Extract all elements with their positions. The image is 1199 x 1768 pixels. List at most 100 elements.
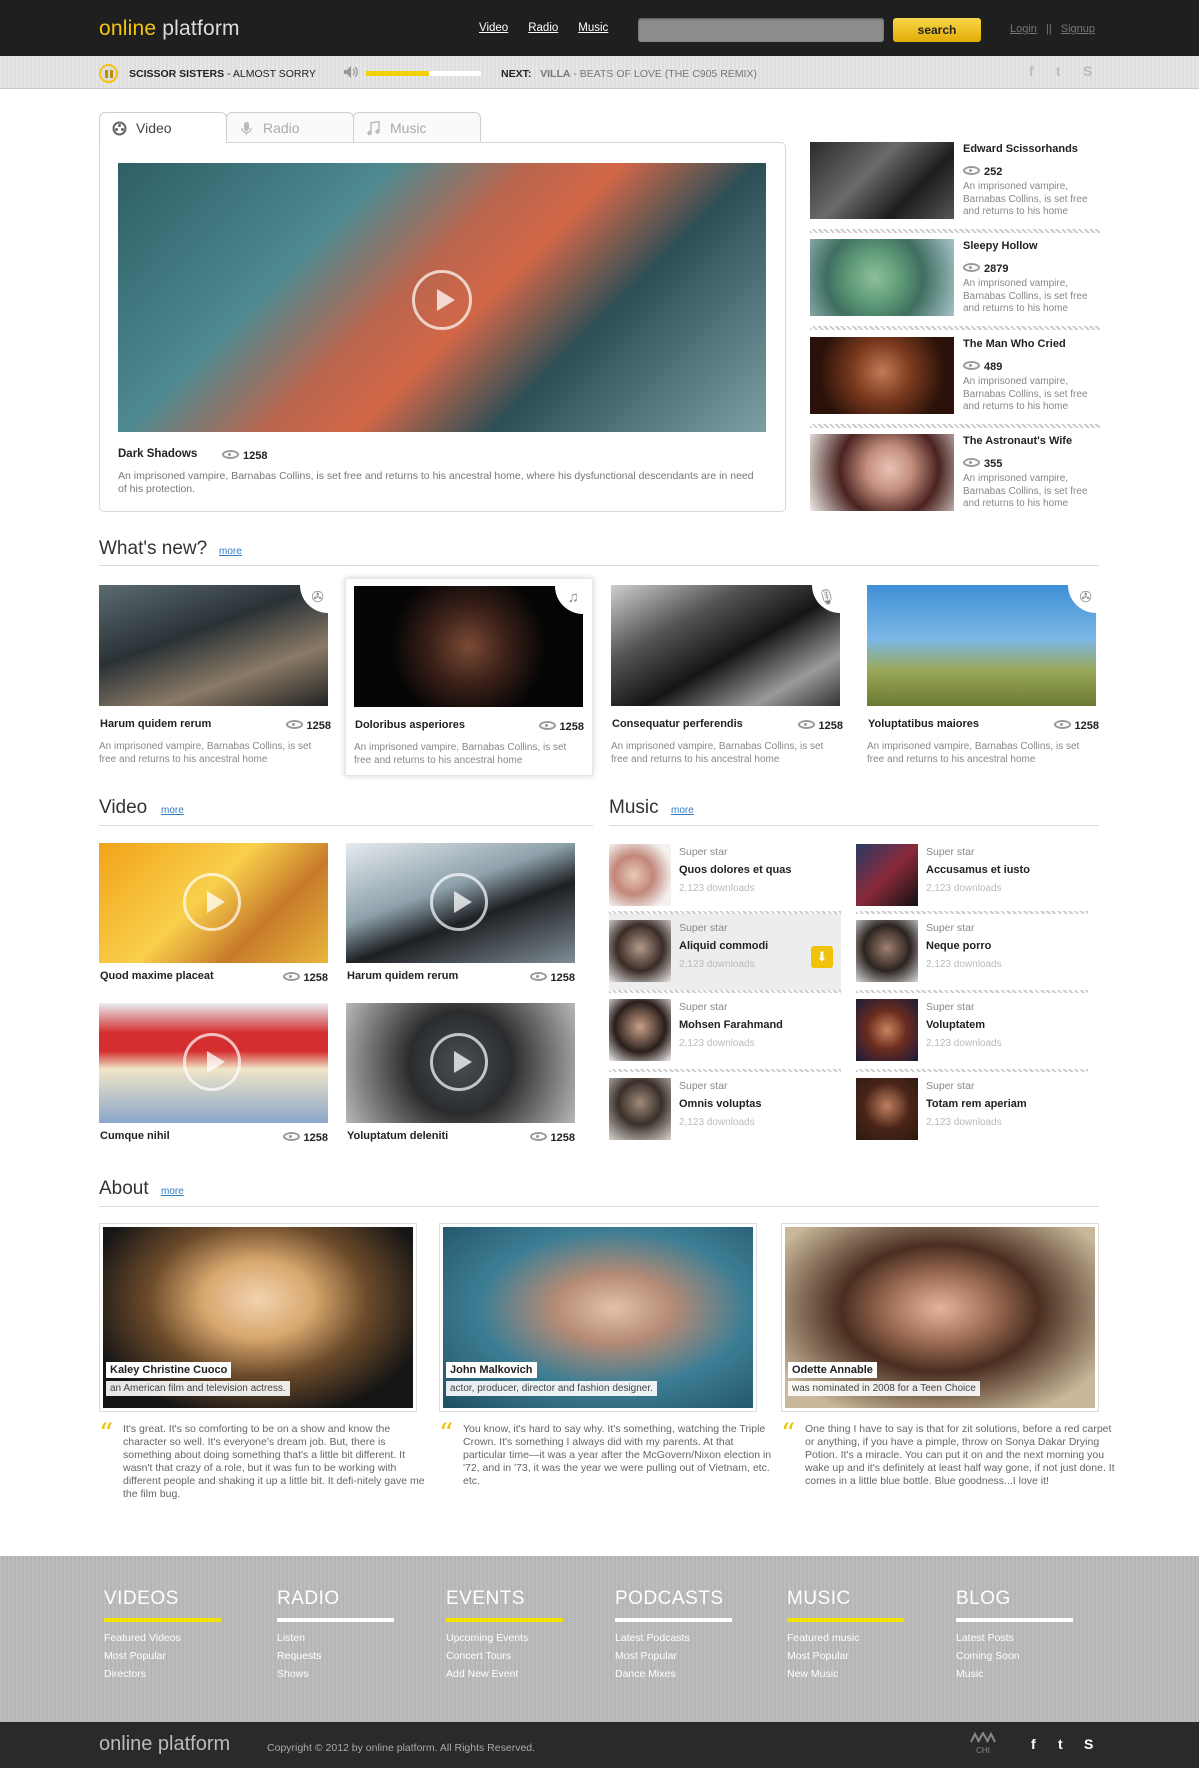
video-title[interactable]: Cumque nihil	[100, 1130, 170, 1142]
music-title[interactable]: Totam rem aperiam	[926, 1098, 1027, 1110]
music-title[interactable]: Aliquid commodi	[679, 940, 768, 952]
footer-link[interactable]: Featured Videos	[104, 1631, 224, 1646]
footer-link[interactable]: Music	[956, 1667, 1076, 1682]
video-title[interactable]: Yoluptatum deleniti	[347, 1130, 448, 1142]
music-item[interactable]: Super star Voluptatem 2,123 downloads	[856, 993, 1088, 1069]
whats-new-card[interactable]: ✇ Yoluptatibus maiores 1258 An imprisone…	[867, 585, 1099, 775]
footer-heading[interactable]: BLOG	[956, 1588, 1076, 1610]
footer-heading[interactable]: VIDEOS	[104, 1588, 224, 1610]
card-thumbnail[interactable]: 🎙	[611, 585, 840, 706]
footer-heading[interactable]: MUSIC	[787, 1588, 907, 1610]
card-title[interactable]: Harum quidem rerum	[100, 718, 211, 730]
side-thumbnail[interactable]	[810, 142, 954, 219]
nav-radio[interactable]: Radio	[528, 22, 558, 34]
person-photo[interactable]: John Malkovich actor, producer, director…	[443, 1227, 753, 1408]
artist-thumbnail[interactable]	[856, 999, 918, 1061]
side-thumbnail[interactable]	[810, 337, 954, 414]
side-list-item[interactable]: The Astronaut's Wife 355 An imprisoned v…	[810, 434, 1100, 514]
artist-thumbnail[interactable]	[609, 844, 671, 906]
volume-icon[interactable]	[343, 65, 359, 79]
footer-link[interactable]: Requests	[277, 1649, 397, 1664]
footer-link[interactable]: Concert Tours	[446, 1649, 566, 1664]
nav-music[interactable]: Music	[578, 22, 608, 34]
search-input[interactable]	[638, 18, 884, 42]
video-title[interactable]: Quod maxime placeat	[100, 970, 214, 982]
footer-heading[interactable]: PODCASTS	[615, 1588, 735, 1610]
whats-new-card[interactable]: ✇ Harum quidem rerum 1258 An imprisoned …	[99, 585, 331, 775]
music-item[interactable]: Super star Omnis voluptas 2,123 download…	[609, 1072, 841, 1148]
footer-link[interactable]: Listen	[277, 1631, 397, 1646]
signup-link[interactable]: Signup	[1061, 23, 1095, 35]
about-card[interactable]: Kaley Christine Cuoco an American film a…	[99, 1223, 417, 1412]
card-thumbnail[interactable]: ✇	[99, 585, 328, 706]
footer-link[interactable]: Dance Mixes	[615, 1667, 735, 1682]
footer-link[interactable]: Most Popular	[104, 1649, 224, 1664]
side-list-item[interactable]: Edward Scissorhands 252 An imprisoned va…	[810, 142, 1100, 222]
card-thumbnail[interactable]: ✇	[867, 585, 1096, 706]
side-title[interactable]: The Man Who Cried	[963, 338, 1066, 350]
video-more-link[interactable]: more	[161, 805, 184, 816]
tab-music[interactable]: Music	[353, 112, 481, 142]
music-title[interactable]: Mohsen Farahmand	[679, 1019, 783, 1031]
skype-icon[interactable]: S	[1084, 1736, 1093, 1752]
side-title[interactable]: Sleepy Hollow	[963, 240, 1038, 252]
card-title[interactable]: Consequatur perferendis	[612, 718, 743, 730]
whats-new-more-link[interactable]: more	[219, 546, 242, 557]
footer-link[interactable]: Latest Podcasts	[615, 1631, 735, 1646]
person-photo[interactable]: Odette Annable was nominated in 2008 for…	[785, 1227, 1095, 1408]
play-icon[interactable]	[183, 873, 241, 931]
download-icon[interactable]: ⬇	[811, 946, 833, 968]
tab-radio[interactable]: Radio	[226, 112, 354, 142]
music-item[interactable]: Super star Mohsen Farahmand 2,123 downlo…	[609, 993, 841, 1069]
side-thumbnail[interactable]	[810, 434, 954, 511]
featured-title[interactable]: Dark Shadows	[118, 448, 197, 460]
music-item[interactable]: Super star Aliquid commodi 2,123 downloa…	[609, 914, 841, 990]
side-thumbnail[interactable]	[810, 239, 954, 316]
footer-link[interactable]: Most Popular	[787, 1649, 907, 1664]
footer-link[interactable]: New Music	[787, 1667, 907, 1682]
footer-link[interactable]: Directors	[104, 1667, 224, 1682]
volume-slider[interactable]	[366, 71, 481, 76]
pause-button[interactable]	[99, 64, 118, 83]
music-item[interactable]: Super star Totam rem aperiam 2,123 downl…	[856, 1072, 1088, 1148]
play-icon[interactable]	[430, 1033, 488, 1091]
video-item[interactable]: Yoluptatum deleniti 1258	[346, 1003, 575, 1148]
music-title[interactable]: Quos dolores et quas	[679, 864, 791, 876]
search-button[interactable]: search	[893, 18, 981, 42]
side-title[interactable]: Edward Scissorhands	[963, 143, 1078, 155]
music-item[interactable]: Super star Neque porro 2,123 downloads	[856, 914, 1088, 990]
footer-heading[interactable]: EVENTS	[446, 1588, 566, 1610]
video-thumbnail[interactable]	[346, 1003, 575, 1123]
twitter-icon[interactable]: t	[1056, 63, 1061, 79]
twitter-icon[interactable]: t	[1058, 1736, 1063, 1752]
music-title[interactable]: Omnis voluptas	[679, 1098, 762, 1110]
video-item[interactable]: Harum quidem rerum 1258	[346, 843, 575, 988]
footer-link[interactable]: Latest Posts	[956, 1631, 1076, 1646]
side-list-item[interactable]: The Man Who Cried 489 An imprisoned vamp…	[810, 337, 1100, 417]
music-title[interactable]: Voluptatem	[926, 1019, 985, 1031]
video-item[interactable]: Quod maxime placeat 1258	[99, 843, 328, 988]
artist-thumbnail[interactable]	[856, 920, 918, 982]
music-more-link[interactable]: more	[671, 805, 694, 816]
artist-thumbnail[interactable]	[609, 1078, 671, 1140]
featured-video-thumbnail[interactable]	[118, 163, 766, 432]
video-thumbnail[interactable]	[346, 843, 575, 963]
about-more-link[interactable]: more	[161, 1186, 184, 1197]
card-title[interactable]: Yoluptatibus maiores	[868, 718, 979, 730]
card-thumbnail[interactable]: ♫	[354, 586, 583, 707]
footer-link[interactable]: Shows	[277, 1667, 397, 1682]
login-link[interactable]: Login	[1010, 23, 1037, 35]
play-icon[interactable]	[183, 1033, 241, 1091]
artist-thumbnail[interactable]	[856, 844, 918, 906]
about-card[interactable]: Odette Annable was nominated in 2008 for…	[781, 1223, 1099, 1412]
person-photo[interactable]: Kaley Christine Cuoco an American film a…	[103, 1227, 413, 1408]
footer-link[interactable]: Most Popular	[615, 1649, 735, 1664]
music-item[interactable]: Super star Accusamus et iusto 2,123 down…	[856, 838, 1088, 914]
footer-link[interactable]: Upcoming Events	[446, 1631, 566, 1646]
video-thumbnail[interactable]	[99, 843, 328, 963]
tab-video[interactable]: Video	[99, 112, 227, 143]
artist-thumbnail[interactable]	[856, 1078, 918, 1140]
whats-new-card[interactable]: 🎙 Consequatur perferendis 1258 An impris…	[611, 585, 843, 775]
logo[interactable]: online platform	[99, 17, 240, 41]
side-list-item[interactable]: Sleepy Hollow 2879 An imprisoned vampire…	[810, 239, 1100, 319]
